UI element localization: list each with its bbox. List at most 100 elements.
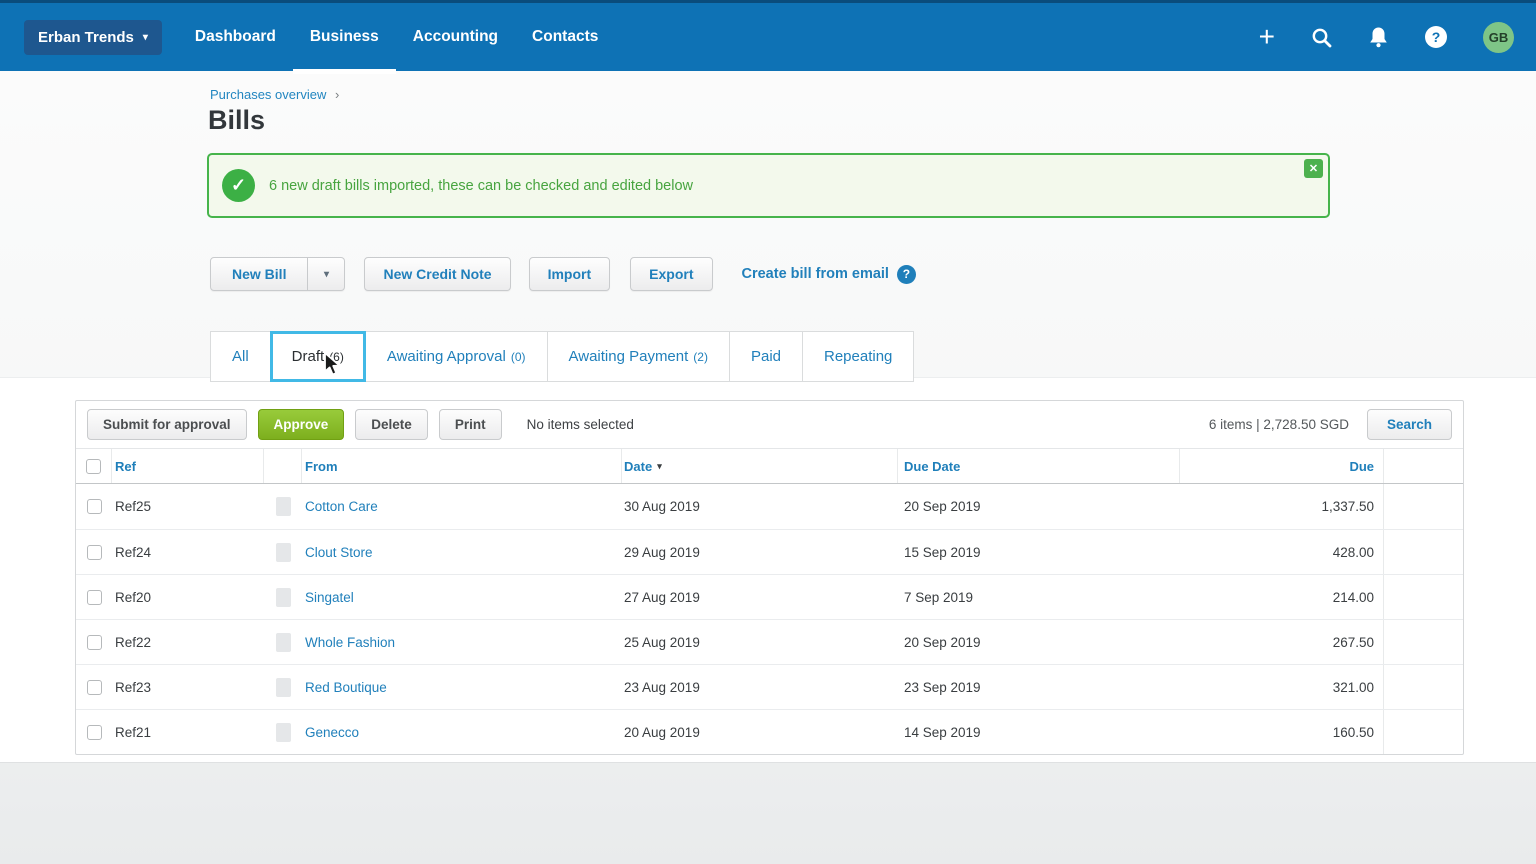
contact-link[interactable]: Red Boutique [305, 680, 387, 695]
main-nav: DashboardBusinessAccountingContacts [178, 3, 615, 71]
nav-item-accounting[interactable]: Accounting [396, 3, 515, 71]
print-button[interactable]: Print [439, 409, 502, 440]
header-from[interactable]: From [302, 449, 622, 483]
tab-all[interactable]: All [210, 331, 271, 382]
cell-ref: Ref20 [112, 575, 264, 619]
cell-date: 23 Aug 2019 [622, 665, 898, 709]
bills-toolbar: Submit for approval Approve Delete Print… [76, 401, 1463, 448]
approve-button[interactable]: Approve [258, 409, 345, 440]
select-all-checkbox[interactable] [86, 459, 101, 474]
cell-due-date: 15 Sep 2019 [898, 530, 1180, 574]
export-button[interactable]: Export [630, 257, 712, 291]
row-checkbox[interactable] [87, 680, 102, 695]
cell-end-spacer [1384, 665, 1464, 709]
nav-item-dashboard[interactable]: Dashboard [178, 3, 293, 71]
table-row[interactable]: Ref23 Red Boutique 23 Aug 2019 23 Sep 20… [76, 664, 1463, 709]
attachment-placeholder-icon [276, 588, 291, 607]
create-bill-from-email-link[interactable]: Create bill from email ? [742, 265, 916, 284]
cell-date: 20 Aug 2019 [622, 710, 898, 754]
attachment-placeholder-icon [276, 497, 291, 516]
row-checkbox[interactable] [87, 635, 102, 650]
tab-repeating[interactable]: Repeating [802, 331, 914, 382]
chevron-down-icon: ▾ [143, 32, 148, 43]
cell-due-amount: 1,337.50 [1180, 484, 1384, 529]
new-bill-dropdown-button[interactable]: ▾ [308, 257, 345, 291]
table-row[interactable]: Ref25 Cotton Care 30 Aug 2019 20 Sep 201… [76, 484, 1463, 529]
tab-draft[interactable]: Draft (6) [270, 331, 366, 382]
avatar[interactable]: GB [1483, 22, 1514, 53]
contact-link[interactable]: Singatel [305, 590, 354, 605]
cell-due-date: 14 Sep 2019 [898, 710, 1180, 754]
row-checkbox[interactable] [87, 590, 102, 605]
new-credit-note-button[interactable]: New Credit Note [364, 257, 510, 291]
new-bill-split-button: New Bill ▾ [210, 257, 345, 291]
table-row[interactable]: Ref22 Whole Fashion 25 Aug 2019 20 Sep 2… [76, 619, 1463, 664]
banner-close-icon[interactable]: ✕ [1304, 159, 1323, 178]
attachment-placeholder-icon [276, 723, 291, 742]
contact-link[interactable]: Clout Store [305, 545, 373, 560]
header-end-spacer [1384, 449, 1464, 483]
tab-awaiting-approval[interactable]: Awaiting Approval (0) [365, 331, 548, 382]
row-checkbox[interactable] [87, 545, 102, 560]
tab-awaiting-payment[interactable]: Awaiting Payment (2) [547, 331, 730, 382]
email-help-icon[interactable]: ? [897, 265, 916, 284]
search-button[interactable]: Search [1367, 409, 1452, 440]
cell-due-amount: 321.00 [1180, 665, 1384, 709]
cell-due-amount: 160.50 [1180, 710, 1384, 754]
cell-date: 25 Aug 2019 [622, 620, 898, 664]
bell-icon[interactable] [1368, 26, 1389, 48]
cell-ref: Ref21 [112, 710, 264, 754]
contact-link[interactable]: Cotton Care [305, 499, 378, 514]
search-icon[interactable] [1311, 27, 1332, 48]
delete-button[interactable]: Delete [355, 409, 428, 440]
plus-icon[interactable]: + [1259, 23, 1275, 51]
nav-right: + ? GB [1259, 22, 1536, 53]
import-button[interactable]: Import [529, 257, 611, 291]
row-checkbox[interactable] [87, 499, 102, 514]
check-circle-icon: ✓ [222, 169, 255, 202]
submit-for-approval-button[interactable]: Submit for approval [87, 409, 247, 440]
new-bill-button[interactable]: New Bill [210, 257, 308, 291]
contact-link[interactable]: Whole Fashion [305, 635, 395, 650]
nav-item-business[interactable]: Business [293, 3, 396, 71]
table-row[interactable]: Ref21 Genecco 20 Aug 2019 14 Sep 2019 16… [76, 709, 1463, 754]
breadcrumb-link-purchases[interactable]: Purchases overview [210, 87, 326, 102]
nav-item-contacts[interactable]: Contacts [515, 3, 615, 71]
header-due[interactable]: Due [1180, 449, 1384, 483]
toolbar-right: 6 items | 2,728.50 SGD Search [1209, 409, 1452, 440]
breadcrumb: Purchases overview › [210, 87, 1536, 102]
cell-date: 29 Aug 2019 [622, 530, 898, 574]
page-content: Purchases overview › Bills ✓ 6 new draft… [0, 71, 1536, 382]
org-menu-button[interactable]: Erban Trends ▾ [24, 20, 162, 55]
cell-end-spacer [1384, 710, 1464, 754]
tab-paid[interactable]: Paid [729, 331, 803, 382]
sort-desc-icon: ▾ [657, 461, 662, 472]
create-bill-from-email-label: Create bill from email [742, 266, 889, 282]
attachment-placeholder-icon [276, 633, 291, 652]
cell-due-date: 23 Sep 2019 [898, 665, 1180, 709]
table-row[interactable]: Ref20 Singatel 27 Aug 2019 7 Sep 2019 21… [76, 574, 1463, 619]
contact-link[interactable]: Genecco [305, 725, 359, 740]
row-checkbox[interactable] [87, 725, 102, 740]
tab-bar: All Draft (6) Awaiting Approval (0) Awai… [210, 331, 1536, 382]
cell-due-date: 20 Sep 2019 [898, 484, 1180, 529]
cell-due-amount: 267.50 [1180, 620, 1384, 664]
cell-ref: Ref22 [112, 620, 264, 664]
page-title: Bills [208, 105, 1536, 136]
header-due-date[interactable]: Due Date [898, 449, 1180, 483]
cell-due-amount: 214.00 [1180, 575, 1384, 619]
cell-end-spacer [1384, 484, 1464, 529]
banner-message: 6 new draft bills imported, these can be… [269, 178, 693, 194]
cell-due-date: 7 Sep 2019 [898, 575, 1180, 619]
cell-ref: Ref25 [112, 484, 264, 529]
breadcrumb-separator-icon: › [335, 87, 339, 102]
cell-end-spacer [1384, 620, 1464, 664]
cell-ref: Ref23 [112, 665, 264, 709]
table-row[interactable]: Ref24 Clout Store 29 Aug 2019 15 Sep 201… [76, 529, 1463, 574]
header-date[interactable]: Date ▾ [622, 449, 898, 483]
bills-table-container: Submit for approval Approve Delete Print… [75, 400, 1464, 755]
help-icon[interactable]: ? [1425, 26, 1447, 48]
cell-date: 30 Aug 2019 [622, 484, 898, 529]
bills-table-body: Ref25 Cotton Care 30 Aug 2019 20 Sep 201… [76, 484, 1463, 754]
header-ref[interactable]: Ref [112, 449, 264, 483]
